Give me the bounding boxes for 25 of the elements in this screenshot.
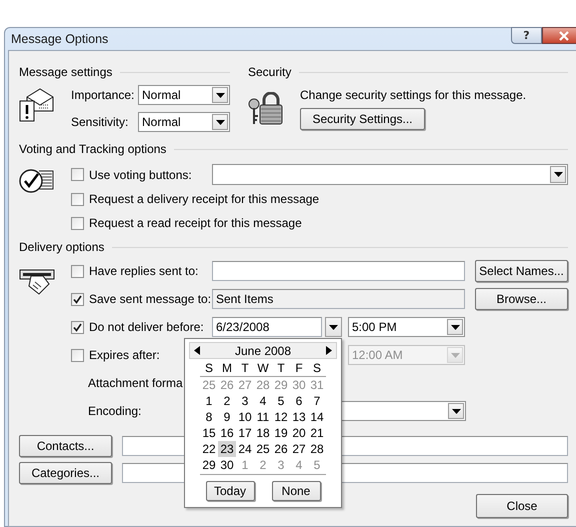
calendar-month: June 2008 [234, 344, 292, 358]
window-title: Message Options [11, 32, 108, 46]
field-label: Encoding: [88, 404, 142, 418]
field-label: Sensitivity: [71, 115, 130, 129]
checkbox-label: Have replies sent to: [89, 264, 198, 278]
weekday-label: T [272, 361, 290, 377]
weekday-label: T [236, 361, 254, 377]
checkbox-label: Request a read receipt for this message [89, 216, 302, 230]
section-heading: Message settings [19, 65, 112, 79]
checkbox-label: Use voting buttons: [89, 168, 192, 182]
weekday-label: M [218, 361, 236, 377]
section-heading: Voting and Tracking options [19, 142, 166, 156]
weekday-label: S [308, 361, 326, 377]
security-description: Change security settings for this message. [300, 88, 528, 102]
section-heading: Delivery options [19, 240, 104, 254]
checkbox-label: Do not deliver before: [89, 320, 204, 334]
field-label: Attachment forma [87, 376, 183, 390]
weekday-label: F [290, 361, 308, 377]
checkbox-label: Save sent message to: [89, 292, 212, 306]
checkbox-label: Request a delivery receipt for this message [89, 192, 320, 206]
weekday-label: W [254, 361, 272, 377]
field-label: Importance: [71, 88, 136, 102]
section-heading: Security [248, 65, 292, 79]
checkbox-label: Expires after: [89, 348, 160, 362]
weekday-label: S [200, 361, 218, 377]
